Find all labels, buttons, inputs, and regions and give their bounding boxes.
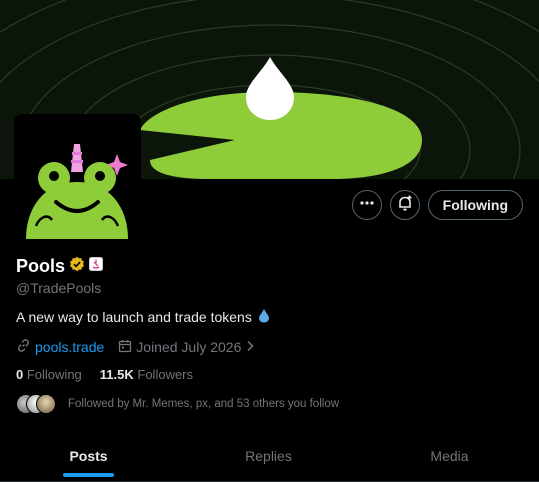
affiliate-logo-icon[interactable] <box>89 257 104 276</box>
mutual-avatar <box>36 394 56 414</box>
profile-actions: Following <box>351 190 523 220</box>
bell-plus-icon <box>396 194 414 217</box>
profile-handle: @TradePools <box>16 280 102 296</box>
profile-tabs: Posts Replies Media <box>0 431 539 482</box>
following-button[interactable]: Following <box>427 190 523 220</box>
profile-bio: A new way to launch and trade tokens <box>16 308 270 326</box>
tab-label: Posts <box>69 448 108 464</box>
more-icon <box>359 195 375 216</box>
calendar-icon <box>118 339 132 356</box>
followers-stat[interactable]: 11.5K Followers <box>100 367 193 382</box>
website-link[interactable]: pools.trade <box>35 339 104 355</box>
joined-item[interactable]: Joined July 2026 <box>118 339 255 356</box>
notifications-button[interactable] <box>389 190 420 220</box>
tab-replies[interactable]: Replies <box>179 431 358 481</box>
profile-name: Pools <box>16 256 66 276</box>
mutual-avatars <box>16 394 58 414</box>
more-options-button[interactable] <box>351 190 382 220</box>
followers-label: Followers <box>137 367 194 382</box>
frog-avatar-image <box>16 116 139 239</box>
bio-text: A new way to launch and trade tokens <box>16 309 252 325</box>
tab-media[interactable]: Media <box>360 431 539 481</box>
followers-you-know[interactable]: Followed by Mr. Memes, px, and 53 others… <box>16 394 339 414</box>
tab-label: Media <box>430 448 469 464</box>
follow-stats: 0 Following 11.5K Followers <box>16 367 193 382</box>
profile-name-row: Pools <box>16 256 104 277</box>
joined-date: Joined July 2026 <box>136 339 242 355</box>
chevron-right-icon <box>245 339 255 355</box>
droplet-emoji-icon <box>258 308 270 326</box>
tab-label: Replies <box>245 448 292 464</box>
following-label: Following <box>26 367 82 382</box>
verified-badge-icon[interactable] <box>69 256 85 277</box>
following-stat[interactable]: 0 Following <box>16 367 82 382</box>
website-item[interactable]: pools.trade <box>16 338 104 356</box>
followers-count: 11.5K <box>99 367 134 382</box>
profile-meta: pools.trade Joined July 2026 <box>16 338 255 356</box>
followed-by-text: Followed by Mr. Memes, px, and 53 others… <box>68 398 340 410</box>
link-icon <box>16 338 31 356</box>
following-count: 0 <box>16 367 24 382</box>
profile-avatar[interactable] <box>14 114 141 241</box>
active-tab-indicator <box>63 473 114 477</box>
